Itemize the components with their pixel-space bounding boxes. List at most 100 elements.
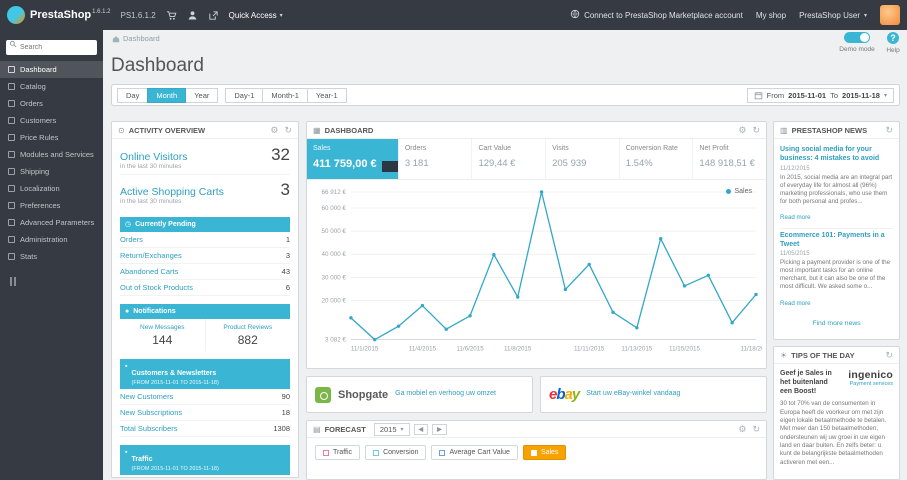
activity-overview-panel: ⊙ ACTIVITY OVERVIEW ⚙ ↻ Online Visitors 32… [111, 121, 299, 478]
kpi-cart-value[interactable]: Cart Value 129,44 € [471, 139, 545, 179]
customers-rows: New Customers 90 New Subscriptions 18 Total … [120, 389, 290, 437]
pending-label[interactable]: Out of Stock Products [120, 283, 193, 292]
svg-text:60 000 €: 60 000 € [322, 205, 347, 212]
sidebar-item-advanced-parameters[interactable]: Advanced Parameters [0, 214, 103, 231]
range-button-month-1[interactable]: Month-1 [262, 87, 308, 103]
kpi-conversion-rate[interactable]: Conversion Rate 1.54% [618, 139, 693, 179]
settings-icon[interactable]: ⚙ [738, 424, 746, 435]
news-title-link[interactable]: Using social media for your business: 4 … [780, 146, 893, 164]
pending-row: Out of Stock Products 6 [120, 280, 290, 296]
range-button-year[interactable]: Year [185, 87, 219, 103]
read-more-link[interactable]: Read more [780, 300, 811, 307]
read-more-link[interactable]: Read more [780, 214, 811, 221]
refresh-icon[interactable]: ↻ [752, 424, 760, 435]
find-more-news-link[interactable]: Find more news [774, 316, 899, 329]
refresh-icon[interactable]: ↻ [284, 125, 292, 136]
news-icon: ▥ [780, 125, 788, 135]
sidebar-item-preferences[interactable]: Preferences [0, 197, 103, 214]
forecast-legend-sales[interactable]: Sales [522, 445, 567, 460]
sidebar-item-stats[interactable]: Stats [0, 248, 103, 265]
pending-label[interactable]: Return/Exchanges [120, 251, 182, 260]
user-avatar[interactable] [880, 5, 900, 25]
tip-icon: ☀ [780, 350, 788, 360]
customers-icon: ▪ [125, 363, 128, 370]
previous-year-button[interactable]: ◀ [413, 423, 429, 435]
forecast-year-select[interactable]: 2015 ▾ [373, 422, 410, 436]
pending-row: Return/Exchanges 3 [120, 248, 290, 264]
cart-icon[interactable] [166, 10, 177, 21]
tips-title: TIPS OF THE DAY [791, 350, 855, 360]
forecast-legend-label: Traffic [333, 449, 353, 456]
sidebar-item-modules-and-services[interactable]: Modules and Services [0, 146, 103, 163]
sidebar-item-localization[interactable]: Localization [0, 180, 103, 197]
home-icon [112, 35, 120, 42]
shop-name[interactable]: PS1.6.1.2 [121, 11, 156, 20]
demo-mode-toggle[interactable] [844, 32, 870, 43]
sidebar-item-administration[interactable]: Administration [0, 231, 103, 248]
shopgate-promo-link[interactable]: Ga mobiel en verhoog uw omzet [395, 390, 496, 398]
customers-label[interactable]: New Customers [120, 392, 173, 401]
online-visitors-link[interactable]: Online Visitors [120, 151, 188, 163]
sidebar-item-shipping[interactable]: Shipping [0, 163, 103, 180]
quick-access-menu[interactable]: Quick Access ▾ [229, 11, 283, 20]
collapse-sidebar-button[interactable] [0, 265, 103, 286]
pending-label[interactable]: Abandoned Carts [120, 267, 178, 276]
customers-row: Total Subscribers 1308 [120, 421, 290, 437]
forecast-legend-traffic[interactable]: Traffic [315, 445, 361, 460]
search-input[interactable] [6, 40, 97, 55]
range-button-year-1[interactable]: Year-1 [306, 87, 347, 103]
search-icon [9, 40, 17, 47]
range-button-day[interactable]: Day [117, 87, 149, 103]
help-button[interactable]: ? Help [881, 32, 905, 54]
date-range-picker[interactable]: From 2015-11-01 To 2015-11-18 ▾ [746, 87, 894, 103]
kpi-sales[interactable]: Sales 411 759,00 € [307, 139, 398, 179]
refresh-icon[interactable]: ↻ [885, 350, 893, 361]
pending-row: Abandoned Carts 43 [120, 264, 290, 280]
bell-icon: ● [125, 308, 130, 315]
marketplace-link[interactable]: Connect to PrestaShop Marketplace accoun… [570, 9, 743, 21]
topbar-right: Connect to PrestaShop Marketplace accoun… [570, 5, 907, 25]
range-button-month[interactable]: Month [147, 87, 187, 103]
svg-text:50 000 €: 50 000 € [322, 228, 347, 235]
pending-label[interactable]: Orders [120, 235, 143, 244]
customers-label[interactable]: Total Subscribers [120, 424, 178, 433]
notification-product-reviews[interactable]: Product Reviews 882 [206, 319, 291, 351]
kpi-label: Sales [313, 145, 331, 152]
my-shop-link[interactable]: My shop [756, 11, 786, 20]
profile-icon[interactable] [187, 10, 198, 21]
notification-new-messages[interactable]: New Messages 144 [120, 319, 206, 351]
forecast-legend-conversion[interactable]: Conversion [365, 445, 427, 460]
sidebar-item-orders[interactable]: Orders [0, 95, 103, 112]
news-title-link[interactable]: Ecommerce 101: Payments in a Tweet [780, 232, 893, 250]
refresh-icon[interactable]: ↻ [752, 125, 760, 136]
kpi-orders[interactable]: Orders 3 181 [397, 139, 472, 179]
breadcrumb-item[interactable]: Dashboard [123, 34, 160, 43]
sidebar-item-dashboard[interactable]: Dashboard [0, 61, 103, 78]
active-carts-link[interactable]: Active Shopping Carts [120, 186, 224, 198]
range-button-day-1[interactable]: Day-1 [225, 87, 264, 103]
kpi-value: 129,44 € [478, 158, 516, 169]
svg-text:11/13/2015: 11/13/2015 [621, 346, 652, 353]
forecast-legend-label: Conversion [383, 449, 419, 456]
sidebar-item-price-rules[interactable]: Price Rules [0, 129, 103, 146]
forecast-legend-average-cart-value[interactable]: Average Cart Value [431, 445, 518, 460]
svg-text:11/4/2015: 11/4/2015 [409, 346, 437, 353]
date-from: 2015-11-01 [788, 90, 827, 100]
settings-icon[interactable]: ⚙ [270, 125, 278, 136]
sidebar-item-catalog[interactable]: Catalog [0, 78, 103, 95]
customers-label[interactable]: New Subscriptions [120, 408, 182, 417]
checkbox-icon [373, 449, 380, 456]
settings-icon[interactable]: ⚙ [738, 125, 746, 136]
kpi-net-profit[interactable]: Net Profit 148 918,51 € [692, 139, 766, 179]
google-analytics-link[interactable]: Link to your Google Analytics account [120, 475, 290, 477]
next-year-button[interactable]: ▶ [432, 423, 447, 435]
news-date: 11/05/2015 [780, 251, 810, 258]
sidebar-item-customers[interactable]: Customers [0, 112, 103, 129]
ebay-promo-link[interactable]: Start uw eBay-winkel vandaag [586, 390, 680, 398]
refresh-icon[interactable]: ↻ [885, 125, 893, 136]
to-label: To [830, 90, 839, 100]
user-menu[interactable]: PrestaShop User ▾ [799, 11, 867, 20]
notifications-grid: New Messages 144 Product Reviews 882 [120, 319, 290, 351]
storefront-icon[interactable] [208, 10, 219, 21]
kpi-visits[interactable]: Visits 205 939 [545, 139, 619, 179]
